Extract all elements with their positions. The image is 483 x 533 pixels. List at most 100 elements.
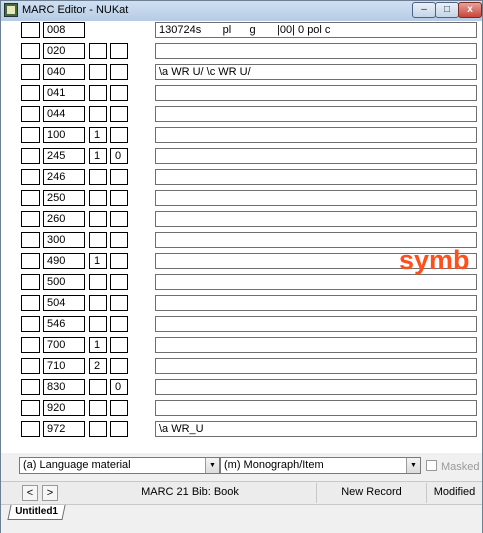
indicator1-field[interactable] xyxy=(89,274,107,290)
row-marker[interactable] xyxy=(21,169,40,185)
tag-field[interactable]: 490 xyxy=(43,253,85,269)
field-value[interactable]: \a WR_U xyxy=(155,421,477,437)
row-marker[interactable] xyxy=(21,148,40,164)
tag-field[interactable]: 260 xyxy=(43,211,85,227)
indicator1-field[interactable]: 1 xyxy=(89,337,107,353)
maximize-button[interactable]: □ xyxy=(435,2,459,18)
indicator2-field[interactable] xyxy=(110,190,128,206)
indicator2-field[interactable] xyxy=(110,358,128,374)
field-value[interactable] xyxy=(155,106,477,122)
masked-checkbox[interactable]: Masked xyxy=(426,460,480,473)
minimize-button[interactable]: – xyxy=(412,2,436,18)
indicator2-field[interactable] xyxy=(110,274,128,290)
tag-field[interactable]: 500 xyxy=(43,274,85,290)
row-marker[interactable] xyxy=(21,358,40,374)
indicator2-field[interactable] xyxy=(110,106,128,122)
type-of-record-select[interactable]: (a) Language material ▼ xyxy=(19,457,220,474)
indicator2-field[interactable] xyxy=(110,85,128,101)
field-value[interactable] xyxy=(155,295,477,311)
chevron-down-icon[interactable]: ▼ xyxy=(406,458,420,473)
tag-field[interactable]: 041 xyxy=(43,85,85,101)
indicator2-field[interactable] xyxy=(110,64,128,80)
indicator1-field[interactable]: 1 xyxy=(89,127,107,143)
close-button[interactable]: x xyxy=(458,2,482,18)
tag-field[interactable]: 830 xyxy=(43,379,85,395)
indicator2-field[interactable] xyxy=(110,43,128,59)
row-marker[interactable] xyxy=(21,64,40,80)
indicator1-field[interactable]: 1 xyxy=(89,253,107,269)
checkbox-icon[interactable] xyxy=(426,460,437,471)
row-marker[interactable] xyxy=(21,337,40,353)
tag-field[interactable]: 008 xyxy=(43,22,85,38)
indicator1-field[interactable] xyxy=(89,421,107,437)
row-marker[interactable] xyxy=(21,253,40,269)
indicator1-field[interactable] xyxy=(89,169,107,185)
field-value[interactable] xyxy=(155,148,477,164)
tag-field[interactable]: 546 xyxy=(43,316,85,332)
row-marker[interactable] xyxy=(21,211,40,227)
indicator1-field[interactable] xyxy=(89,295,107,311)
row-marker[interactable] xyxy=(21,106,40,122)
row-marker[interactable] xyxy=(21,190,40,206)
tag-field[interactable]: 246 xyxy=(43,169,85,185)
indicator1-field[interactable]: 2 xyxy=(89,358,107,374)
fixed-field-value[interactable]: 130724s pl g |00| 0 pol c xyxy=(155,22,477,38)
tag-field[interactable]: 100 xyxy=(43,127,85,143)
indicator2-field[interactable] xyxy=(110,169,128,185)
tag-field[interactable]: 920 xyxy=(43,400,85,416)
tag-field[interactable]: 972 xyxy=(43,421,85,437)
previous-record-button[interactable]: < xyxy=(22,485,38,501)
tab-untitled1[interactable]: Untitled1 xyxy=(7,505,66,520)
row-marker[interactable] xyxy=(21,400,40,416)
tag-field[interactable]: 300 xyxy=(43,232,85,248)
indicator1-field[interactable] xyxy=(89,85,107,101)
row-marker[interactable] xyxy=(21,127,40,143)
tag-field[interactable]: 250 xyxy=(43,190,85,206)
tag-field[interactable]: 020 xyxy=(43,43,85,59)
tag-field[interactable]: 710 xyxy=(43,358,85,374)
indicator1-field[interactable] xyxy=(89,316,107,332)
field-value[interactable] xyxy=(155,211,477,227)
indicator1-field[interactable]: 1 xyxy=(89,148,107,164)
indicator1-field[interactable] xyxy=(89,379,107,395)
field-value[interactable] xyxy=(155,274,477,290)
tag-field[interactable]: 044 xyxy=(43,106,85,122)
row-marker[interactable] xyxy=(21,379,40,395)
indicator1-field[interactable] xyxy=(89,190,107,206)
indicator1-field[interactable] xyxy=(89,232,107,248)
field-value[interactable] xyxy=(155,169,477,185)
indicator1-field[interactable] xyxy=(89,64,107,80)
tag-field[interactable]: 040 xyxy=(43,64,85,80)
field-value[interactable] xyxy=(155,379,477,395)
field-value[interactable] xyxy=(155,358,477,374)
indicator2-field[interactable] xyxy=(110,316,128,332)
indicator1-field[interactable] xyxy=(89,400,107,416)
indicator2-field[interactable] xyxy=(110,421,128,437)
field-value[interactable] xyxy=(155,400,477,416)
row-marker[interactable] xyxy=(21,316,40,332)
bibliographic-level-select[interactable]: (m) Monograph/Item ▼ xyxy=(220,457,421,474)
row-marker[interactable] xyxy=(21,43,40,59)
indicator2-field[interactable] xyxy=(110,127,128,143)
indicator2-field[interactable] xyxy=(110,337,128,353)
row-marker[interactable] xyxy=(21,295,40,311)
field-value[interactable] xyxy=(155,43,477,59)
tag-field[interactable]: 504 xyxy=(43,295,85,311)
indicator2-field[interactable] xyxy=(110,400,128,416)
field-value[interactable] xyxy=(155,337,477,353)
row-marker[interactable] xyxy=(21,421,40,437)
indicator1-field[interactable] xyxy=(89,43,107,59)
field-value[interactable] xyxy=(155,127,477,143)
field-value[interactable]: \a WR U/ \c WR U/ xyxy=(155,64,477,80)
next-record-button[interactable]: > xyxy=(42,485,58,501)
row-marker[interactable] xyxy=(21,22,40,38)
chevron-down-icon[interactable]: ▼ xyxy=(205,458,219,473)
indicator2-field[interactable]: 0 xyxy=(110,148,128,164)
tag-field[interactable]: 700 xyxy=(43,337,85,353)
indicator2-field[interactable]: 0 xyxy=(110,379,128,395)
indicator2-field[interactable] xyxy=(110,295,128,311)
row-marker[interactable] xyxy=(21,232,40,248)
indicator1-field[interactable] xyxy=(89,106,107,122)
indicator1-field[interactable] xyxy=(89,211,107,227)
field-value[interactable] xyxy=(155,190,477,206)
